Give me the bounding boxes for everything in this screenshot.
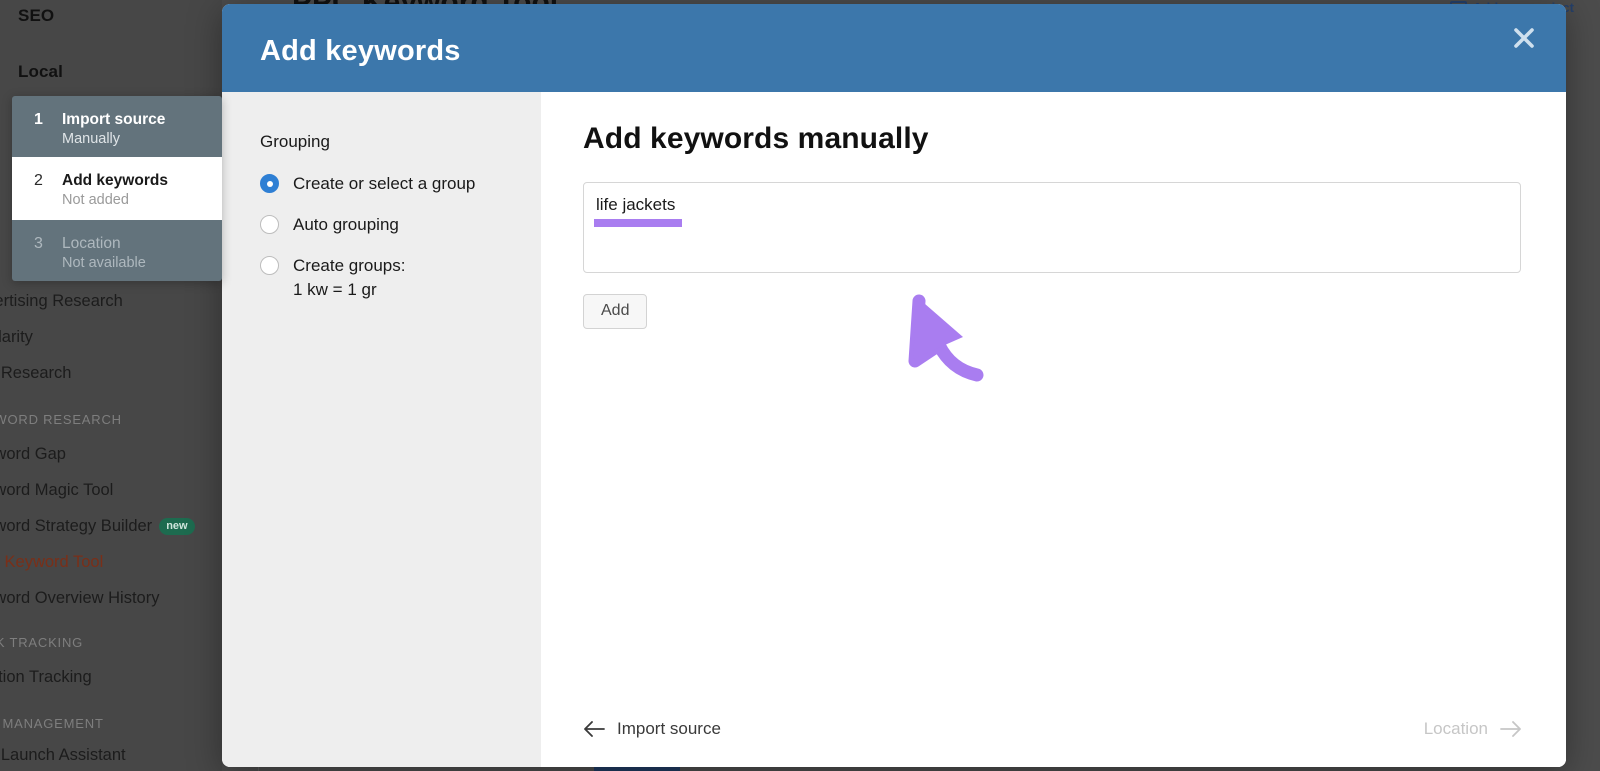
keywords-textarea[interactable]: life jackets	[583, 182, 1521, 273]
radio-indicator	[260, 215, 279, 235]
content-heading: Add keywords manually	[583, 122, 929, 155]
add-keywords-modal: Add keywords Grouping Create or select a…	[222, 4, 1566, 767]
sidebar-item-advertising-research[interactable]: Advertising Research	[0, 292, 123, 311]
step-subtitle: Not available	[62, 254, 146, 271]
arrow-right-icon	[1500, 721, 1522, 737]
sidebar-item-adclarity[interactable]: AdClarity	[0, 328, 33, 347]
step-add-keywords[interactable]: 2 Add keywords Not added	[12, 157, 222, 220]
step-import-source[interactable]: 1 Import source Manually	[12, 96, 222, 157]
sidebar-heading-seo: SEO	[18, 6, 55, 25]
highlight-underline	[594, 219, 682, 227]
close-icon[interactable]	[1504, 18, 1544, 58]
radio-create-groups[interactable]: Create groups: 1 kw = 1 gr	[260, 254, 541, 302]
add-button[interactable]: Add	[583, 294, 648, 329]
step-number: 2	[34, 172, 43, 189]
sidebar-item-keyword-overview-history[interactable]: Keyword Overview History	[0, 589, 159, 608]
arrow-left-icon	[583, 721, 605, 737]
wizard-stepper: 1 Import source Manually 2 Add keywords …	[12, 96, 222, 281]
sidebar-heading-local: Local	[18, 62, 63, 81]
next-label: Location	[1423, 719, 1488, 738]
keywords-textarea-value: life jackets	[596, 195, 676, 214]
radio-create-or-select-a-group[interactable]: Create or select a group	[260, 172, 541, 196]
sidebar-item-keyword-strategy-builder[interactable]: Keyword Strategy Builder new	[0, 517, 195, 536]
content-panel: Add keywords manually life jackets Add	[541, 92, 1566, 767]
sidebar-section-rank-tracking: RANK TRACKING	[0, 635, 84, 650]
sidebar-item-link-launch-assistant[interactable]: Link Launch Assistant	[0, 746, 126, 765]
step-location: 3 Location Not available	[12, 220, 222, 281]
back-to-import-source-button[interactable]: Import source	[583, 719, 721, 739]
step-title: Add keywords	[62, 172, 168, 189]
new-badge: new	[159, 518, 195, 535]
radio-indicator	[260, 256, 279, 276]
step-title: Import source	[62, 111, 166, 128]
grouping-label: Grouping	[260, 132, 330, 151]
sidebar-item-keyword-gap[interactable]: Keyword Gap	[0, 445, 66, 464]
sidebar-section-link-management: LINK MANAGEMENT	[0, 716, 104, 731]
step-subtitle: Manually	[62, 130, 121, 147]
radio-label: Create or select a group	[293, 174, 476, 193]
modal-header: Add keywords	[222, 4, 1566, 92]
modal-footer: Import source Location	[541, 691, 1566, 767]
sidebar-item-position-tracking[interactable]: Position Tracking	[0, 668, 92, 687]
screen-root: SEO Local KEYWORD RESEARCH RANK TRACKING…	[0, 0, 1600, 771]
radio-auto-grouping[interactable]: Auto grouping	[260, 213, 541, 237]
next-to-location-button[interactable]: Location	[1424, 719, 1522, 739]
sidebar-item-ppc-keyword-tool[interactable]: PPC Keyword Tool	[0, 545, 189, 581]
step-subtitle: Not added	[62, 191, 129, 208]
grouping-panel: Grouping Create or select a group Auto g…	[222, 92, 541, 767]
step-number: 3	[34, 235, 43, 252]
modal-title: Add keywords	[260, 35, 461, 67]
step-number: 1	[34, 111, 43, 128]
back-label: Import source	[617, 719, 721, 738]
radio-label: Auto grouping	[293, 215, 399, 235]
sidebar-item-keyword-magic-tool[interactable]: Keyword Magic Tool	[0, 481, 113, 500]
modal-body: Grouping Create or select a group Auto g…	[222, 92, 1566, 767]
radio-label: Create groups: 1 kw = 1 gr	[293, 256, 406, 300]
step-title: Location	[62, 235, 121, 252]
sidebar-item-pla-research[interactable]: PLA Research	[0, 364, 71, 383]
annotation-arrow-icon	[901, 287, 1031, 402]
sidebar-item-label: Keyword Strategy Builder	[0, 517, 153, 535]
radio-indicator	[260, 174, 279, 193]
sidebar-section-keyword-research: KEYWORD RESEARCH	[0, 412, 122, 427]
